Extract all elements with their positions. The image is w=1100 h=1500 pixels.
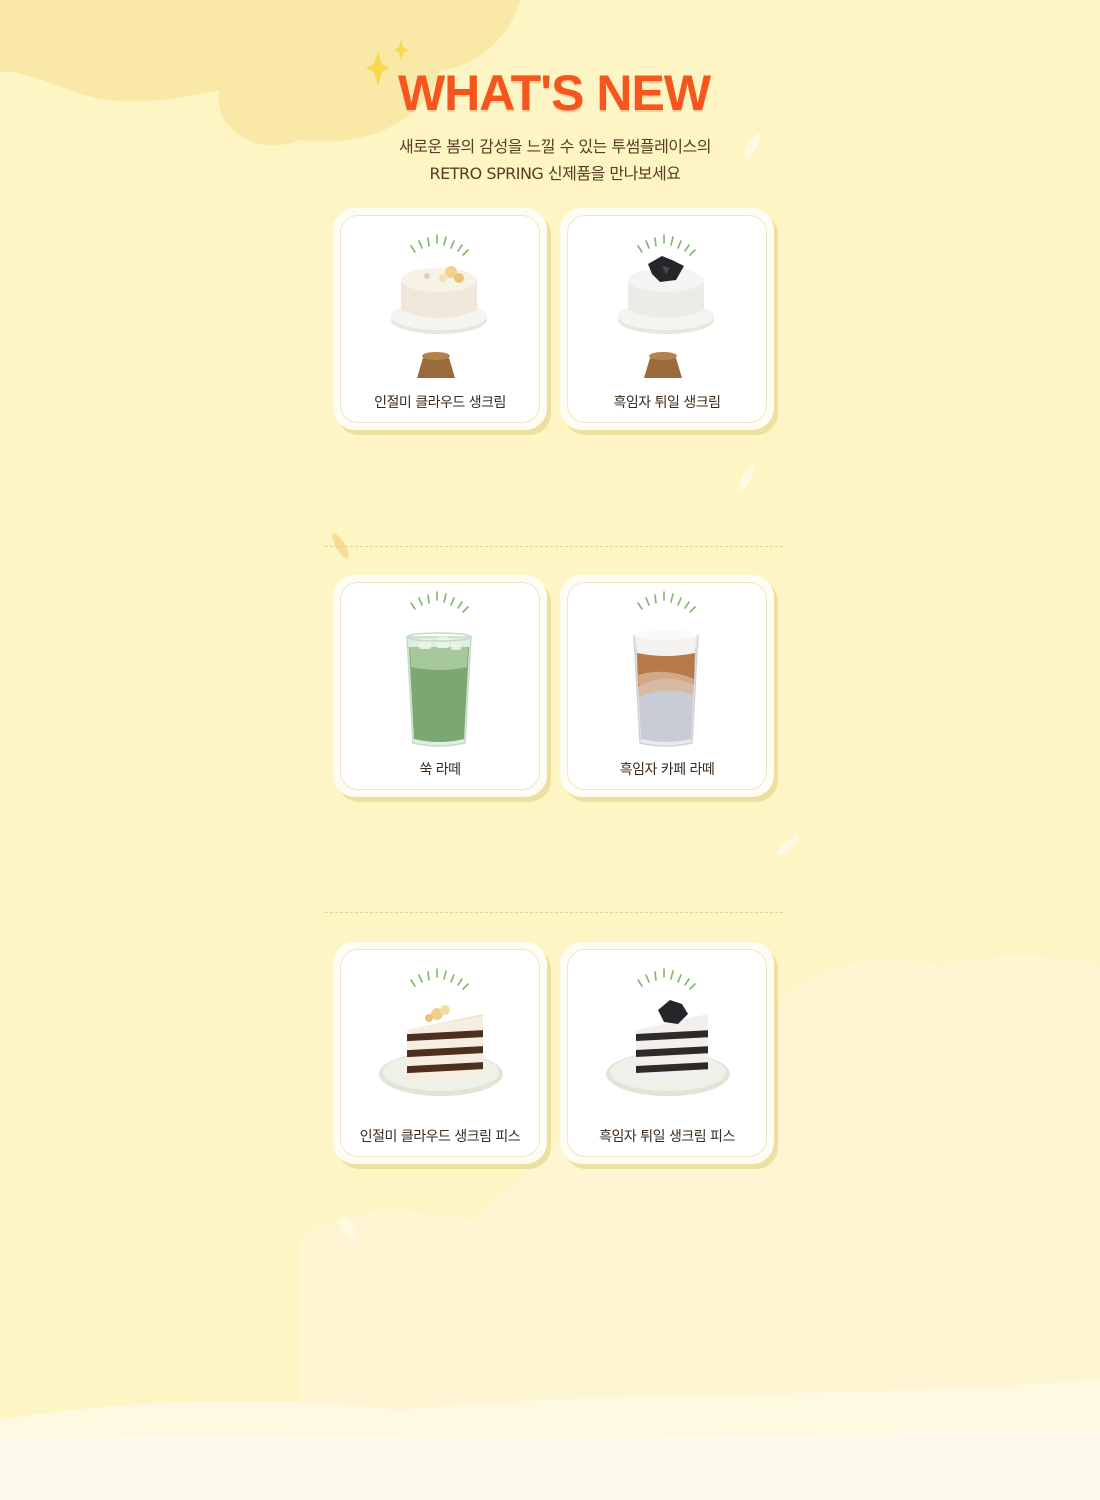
page-title: WHAT'S NEW (397, 65, 711, 121)
product-card[interactable]: 흑임자 튀일 생크림 피스 (560, 942, 774, 1164)
product-name: 인절미 클라우드 생크림 (374, 395, 506, 411)
product-card[interactable]: 쑥 라떼 (333, 575, 547, 797)
product-card[interactable]: 흑임자 카페 라떼 (560, 575, 774, 797)
product-name: 흑임자 튀일 생크림 (613, 395, 721, 411)
product-card[interactable]: 인절미 클라우드 생크림 (333, 208, 547, 430)
section-divider (325, 546, 783, 547)
product-name: 흑임자 튀일 생크림 피스 (599, 1129, 735, 1145)
subtitle-line-1: 새로운 봄의 감성을 느낄 수 있는 투썸플레이스의 (399, 137, 711, 156)
product-name: 인절미 클라우드 생크림 피스 (359, 1129, 521, 1145)
product-name: 흑임자 카페 라떼 (619, 762, 715, 778)
product-name: 쑥 라떼 (419, 762, 461, 778)
product-card[interactable]: 흑임자 튀일 생크림 (560, 208, 774, 430)
product-card[interactable]: 인절미 클라우드 생크림 피스 (333, 942, 547, 1164)
background-decoration (0, 0, 1100, 1500)
section-divider (325, 912, 783, 913)
subtitle-line-2: RETRO SPRING 신제품을 만나보세요 (429, 164, 681, 183)
